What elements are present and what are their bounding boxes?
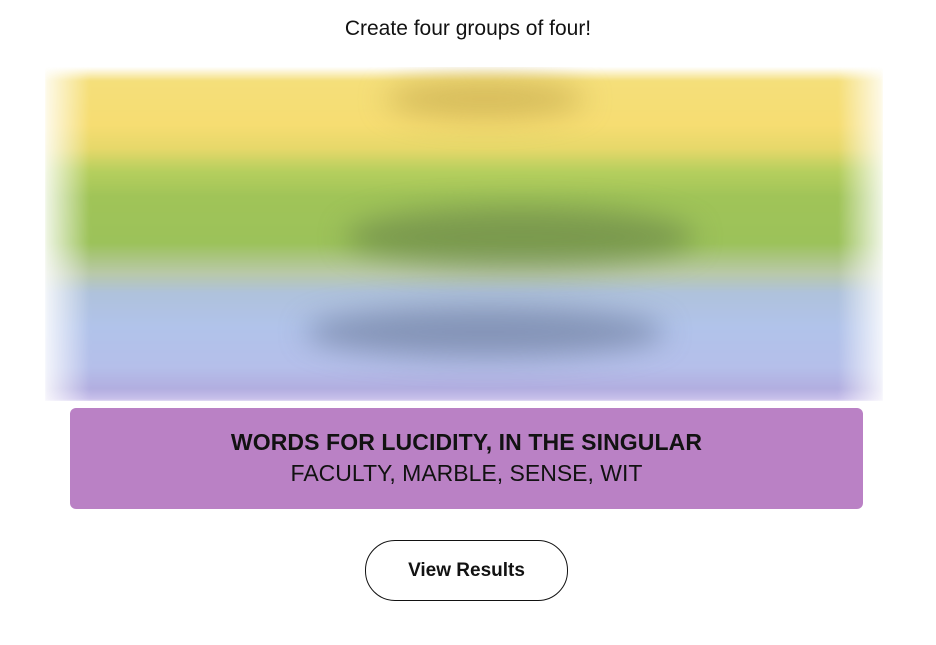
group-category-title: WORDS FOR LUCIDITY, IN THE SINGULAR <box>230 429 703 455</box>
solved-group-purple: WORDS FOR LUCIDITY, IN THE SINGULAR FACU… <box>70 408 863 509</box>
view-results-button[interactable]: View Results <box>365 540 568 601</box>
blurred-yellow-text <box>385 79 585 119</box>
blurred-solved-groups <box>45 67 883 401</box>
game-prompt: Create four groups of four! <box>344 17 592 40</box>
blurred-blue-text <box>305 307 665 357</box>
blurred-green-text <box>345 207 695 267</box>
group-members: FACULTY, MARBLE, SENSE, WIT <box>290 460 643 486</box>
